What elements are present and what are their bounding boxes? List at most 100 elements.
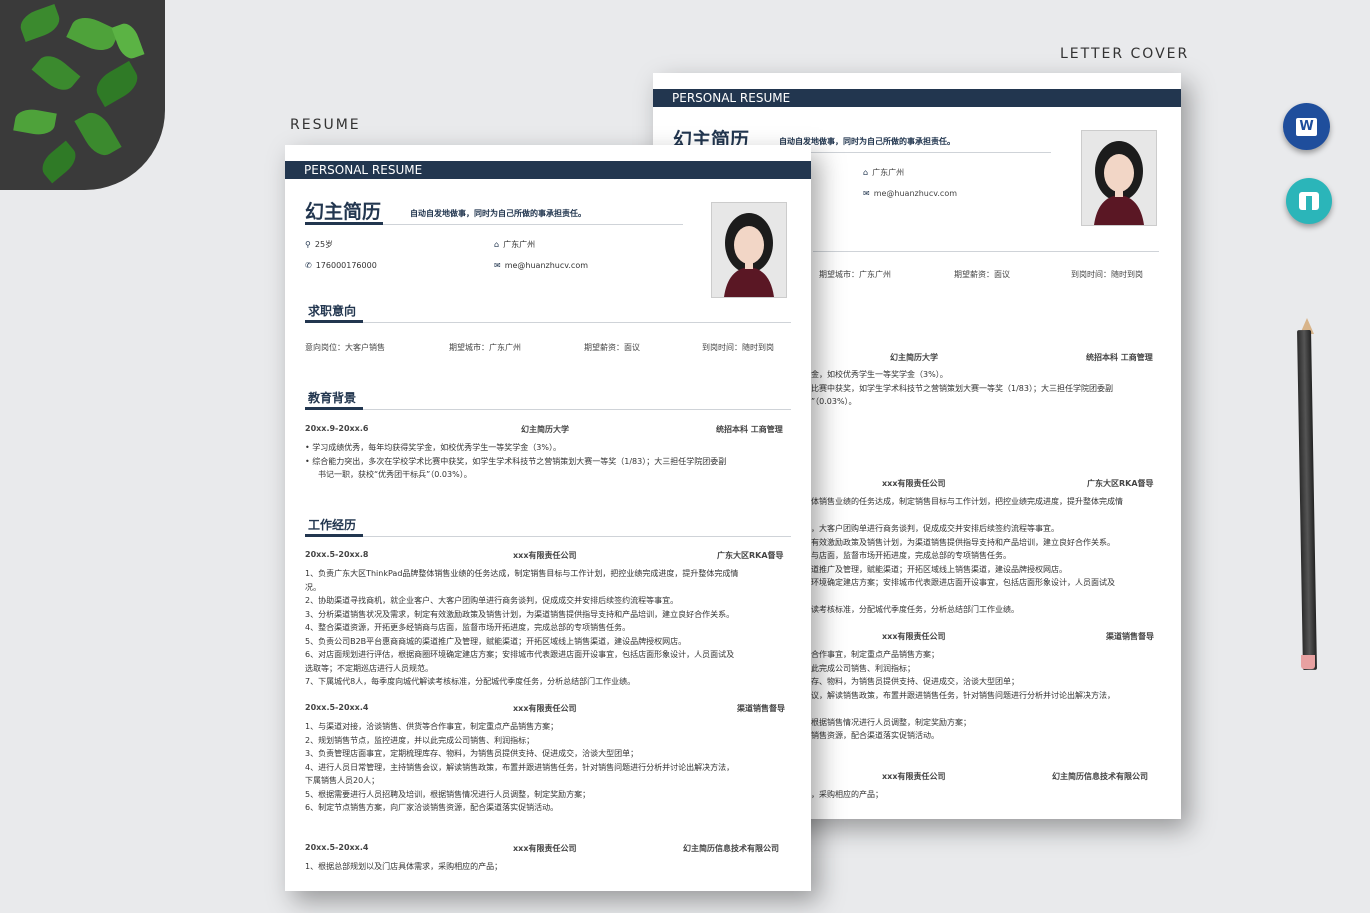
location-icon: ⌂	[494, 240, 500, 249]
front-name-rule	[383, 224, 683, 225]
letter-cover-label: LETTER COVER	[1060, 46, 1190, 62]
job2-company: xxx有限责任公司	[513, 704, 577, 713]
mail-icon: ✉	[494, 261, 501, 270]
back-job2-title: 渠道销售督导	[1106, 632, 1154, 641]
job-line: 4、整合渠道资源，开拓更多经销商与店面，监督市场开拓进度，完成总部的专项销售任务…	[305, 623, 631, 632]
back-photo	[1081, 130, 1157, 226]
front-name-underline	[305, 222, 383, 225]
back-city: ⌂ 广东广州	[863, 167, 904, 178]
job3-title: 幻主简历信息技术有限公司	[683, 844, 779, 853]
section-work-title: 工作经历	[308, 518, 357, 532]
back-edu-lines: 金，如校优秀学生一等奖学金（3%）。 比赛中获奖，如学生学术科技节之营销策划大赛…	[811, 368, 1171, 409]
job2-title: 渠道销售督导	[737, 704, 785, 713]
front-phone-text: 176000176000	[315, 261, 377, 270]
back-job-line: ，大客户团购单进行商务谈判，促成成交并安排后续签约流程等事宜。	[811, 524, 1059, 533]
word-icon[interactable]: W	[1283, 103, 1330, 150]
work-rule	[363, 536, 791, 537]
word-glyph: W	[1296, 118, 1317, 136]
back-job-line: 议，解读销售政策，布置并跟进销售任务，针对销售问题进行分析并讨论出解决方法，	[811, 690, 1115, 700]
job-line: 2、协助渠道寻找商机，就企业客户、大客户团购单进行商务谈判，促成成交并安排后续签…	[305, 596, 679, 605]
back-job3-company: xxx有限责任公司	[882, 772, 946, 781]
back-job-line: 此完成公司销售、利润指标；	[811, 663, 915, 673]
back-job-line	[811, 509, 1171, 523]
back-job3-title: 幻主简历信息技术有限公司	[1052, 772, 1148, 781]
back-edu-line: 金，如校优秀学生一等奖学金（3%）。	[811, 370, 948, 379]
back-job-line: 有效激励政策及销售计划，为渠道销售提供指导支持和产品培训，建立良好合作关系。	[811, 537, 1115, 547]
job-line: 1、根据总部规划以及门店具体需求，采购相应的产品；	[305, 862, 503, 871]
wps-icon[interactable]	[1286, 178, 1332, 224]
job1-company: xxx有限责任公司	[513, 551, 577, 560]
front-city: ⌂ 广东广州	[494, 239, 535, 250]
work-underline	[305, 534, 363, 537]
back-job1-lines: 体销售业绩的任务达成，制定销售目标与工作计划，把控业绩完成进度，提升整体完成情 …	[811, 495, 1171, 617]
education-underline	[305, 407, 363, 410]
back-divider-1	[813, 251, 1159, 252]
job3-date: 20xx.5-20xx.4	[305, 843, 369, 852]
job3-lines: 1、根据总部规划以及门店具体需求，采购相应的产品；	[305, 860, 795, 874]
job3-company: xxx有限责任公司	[513, 844, 577, 853]
job-line: 1、负责广东大区ThinkPad品牌整体销售业绩的任务达成，制定销售目标与工作计…	[305, 569, 739, 578]
front-city-text: 广东广州	[503, 240, 536, 249]
front-header-bar: PERSONAL RESUME	[285, 161, 811, 179]
intent-position: 意向岗位：大客户销售	[305, 343, 385, 352]
intent-salary: 期望薪资：面议	[584, 343, 640, 352]
back-city-text: 广东广州	[872, 168, 905, 177]
front-motto: 自动自发地做事，同时为自己所做的事承担责任。	[410, 209, 586, 218]
job1-lines: 1、负责广东大区ThinkPad品牌整体销售业绩的任务达成，制定销售目标与工作计…	[305, 567, 795, 689]
front-resume-sheet: PERSONAL RESUME 幻主简历 自动自发地做事，同时为自己所做的事承担…	[285, 145, 811, 891]
location-icon: ⌂	[863, 168, 869, 177]
back-header-bar: PERSONAL RESUME	[653, 89, 1181, 107]
back-edu-school: 幻主简历大学	[890, 353, 938, 362]
front-photo	[711, 202, 787, 298]
front-phone: ✆ 176000176000	[305, 261, 377, 270]
job-line: 5、负责公司B2B平台惠商商城的渠道推广及管理，赋能渠道；开拓区域线上销售渠道，…	[305, 636, 687, 646]
back-job-line: 根据销售情况进行人员调整，制定奖励方案；	[811, 717, 971, 727]
back-email-text: me@huanzhucv.com	[873, 189, 958, 198]
job-line: 3、分析渠道销售状况及需求，制定有效激励政策及销售计划，为渠道销售提供指导支持和…	[305, 609, 735, 619]
back-edu-line: 比赛中获奖，如学生学术科技节之营销策划大赛一等奖（1/83）；大三担任学院团委副	[811, 383, 1113, 393]
job2-date: 20xx.5-20xx.4	[305, 703, 369, 712]
back-job-line: 环境确定建店方案；安排城市代表跟进店面开设事宜，包括店面形象设计，人员面试及	[811, 578, 1115, 587]
back-job-line: 存、物料，为销售员提供支持、促进成交，洽谈大型团单；	[811, 677, 1019, 686]
back-job2-company: xxx有限责任公司	[882, 632, 946, 641]
phone-icon: ✆	[305, 261, 312, 270]
person-icon: ⚲	[305, 240, 311, 249]
resume-label: RESUME	[290, 117, 361, 133]
back-job3-lines: ，采购相应的产品；	[811, 788, 1171, 802]
back-job-line: 道推广及管理，赋能渠道；开拓区域线上销售渠道，建设品牌授权网店。	[811, 564, 1067, 574]
intent-city: 期望城市：广东广州	[449, 343, 521, 352]
edu-school: 幻主简历大学	[521, 425, 569, 434]
job-line: 选取等；不定期巡店进行人员规范。	[305, 663, 433, 673]
job-line: 6、制定节点销售方案，向厂家洽谈销售资源，配合渠道落实促销活动。	[305, 803, 559, 812]
edu-item: • 学习成绩优秀，每年均获得奖学金，如校优秀学生一等奖学金（3%）。	[305, 443, 561, 452]
edu-items: • 学习成绩优秀，每年均获得奖学金，如校优秀学生一等奖学金（3%）。 • 综合能…	[305, 441, 791, 482]
back-job2-lines: 合作事宜，制定重点产品销售方案； 此完成公司销售、利润指标； 存、物料，为销售员…	[811, 648, 1171, 743]
edu-degree: 统招本科 工商管理	[716, 425, 783, 434]
front-name: 幻主简历	[305, 201, 382, 223]
job-line: 4、进行人员日常管理，主持销售会议，解读销售政策，布置并跟进销售任务，针对销售问…	[305, 762, 735, 772]
intent-rule	[363, 322, 791, 323]
edu-item: • 综合能力突出，多次在学校学术比赛中获奖，如学生学术科技节之营销策划大赛一等奖…	[305, 456, 727, 466]
back-job-line: ，采购相应的产品；	[811, 790, 883, 799]
back-edu-line: ”（0.03%）。	[811, 397, 857, 406]
front-email-text: me@huanzhucv.com	[504, 261, 589, 270]
job-line: 5、根据需要进行人员招聘及培训，根据销售情况进行人员调整，制定奖励方案；	[305, 789, 591, 799]
job-line: 1、与渠道对接，洽谈销售、供货等合作事宜，制定重点产品销售方案；	[305, 722, 559, 731]
back-intent-city: 期望城市：广东广州	[819, 270, 891, 279]
mail-icon: ✉	[863, 189, 870, 198]
back-intent-salary: 期望薪资：面议	[954, 270, 1010, 279]
job2-lines: 1、与渠道对接，洽谈销售、供货等合作事宜，制定重点产品销售方案； 2、规划销售节…	[305, 720, 795, 815]
portrait-image	[712, 203, 786, 297]
pencil-eraser	[1301, 655, 1315, 669]
edu-item: 书记一职，获校“优秀团干标兵”（0.03%）。	[318, 470, 472, 479]
back-job-line: 销售资源，配合渠道落实促销活动。	[811, 731, 939, 740]
back-job-line	[811, 590, 1171, 604]
job-line: 况。	[305, 582, 321, 592]
front-age: ⚲ 25岁	[305, 239, 333, 250]
section-education-title: 教育背景	[308, 391, 357, 405]
back-job1-title: 广东大区RKA督导	[1087, 479, 1154, 488]
edu-date: 20xx.9-20xx.6	[305, 424, 369, 433]
back-job-line	[811, 702, 1171, 716]
job-line: 2、规划销售节点，监控进度，并以此完成公司销售、利润指标；	[305, 735, 535, 745]
back-job-line: 体销售业绩的任务达成，制定销售目标与工作计划，把控业绩完成进度，提升整体完成情	[811, 497, 1123, 506]
